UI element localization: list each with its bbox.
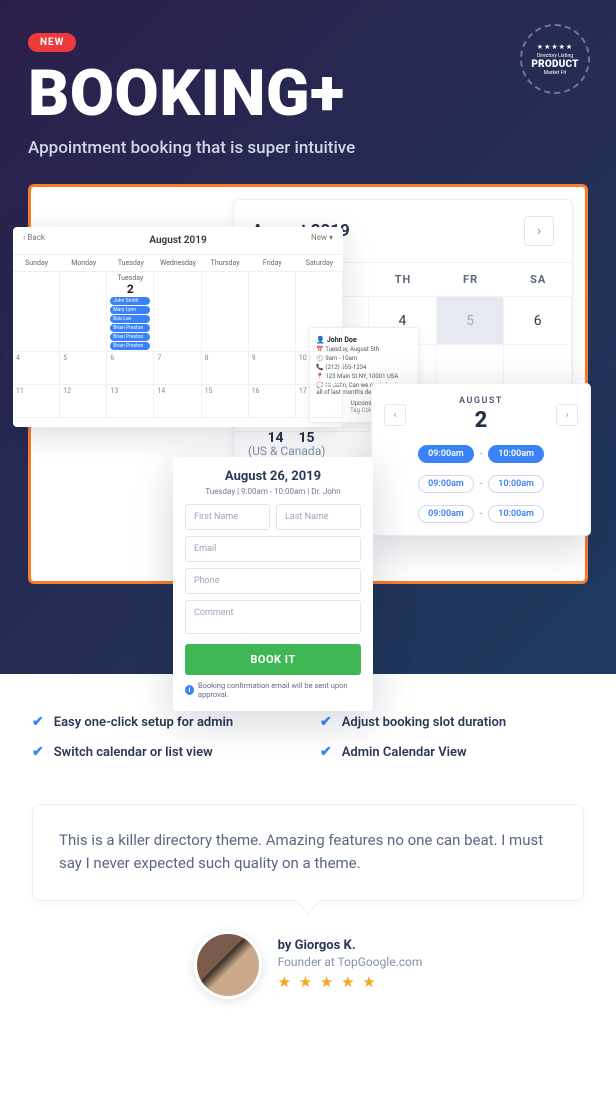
time-slot[interactable]: 09:00am: [418, 445, 474, 463]
popover-day: 2: [459, 408, 503, 433]
booking-form: August 26, 2019 Tuesday | 9:00am - 10:00…: [173, 457, 373, 711]
author-section: by Giorgos K. Founder at TopGoogle.com ★…: [32, 931, 584, 1029]
cal-week-fragment: 14 15: [260, 423, 322, 453]
day-prev[interactable]: ‹: [384, 404, 406, 426]
screenshot-frame: August 2019 › TU WE TH FR SA 2 3 4 5 6 9: [28, 184, 588, 584]
check-icon: ✔: [32, 744, 44, 760]
cal-head: FR: [437, 262, 505, 297]
admin-cal-month: August 2019: [13, 235, 343, 246]
email-input[interactable]: Email: [185, 536, 361, 562]
phone-input[interactable]: Phone: [185, 568, 361, 594]
admin-calendar: ‹ Back New ▾ August 2019 Sunday Monday T…: [13, 227, 343, 427]
feature-item: ✔Switch calendar or list view: [32, 744, 296, 760]
booking-note: iBooking confirmation email will be sent…: [185, 681, 361, 699]
cal-day[interactable]: 6: [504, 297, 572, 345]
comment-input[interactable]: Comment: [185, 600, 361, 634]
admin-busy-day[interactable]: Tuesday 2 John Smith Mary Lynn Bob Lee B…: [107, 272, 154, 352]
time-slot[interactable]: 10:00am: [488, 445, 544, 463]
avatar: [194, 931, 262, 999]
feature-item: ✔Easy one-click setup for admin: [32, 714, 296, 730]
day-next[interactable]: ›: [556, 404, 578, 426]
calendar-next[interactable]: ›: [524, 216, 554, 246]
feature-item: ✔Admin Calendar View: [320, 744, 584, 760]
product-seal: ★★★★★ Directory Listing PRODUCT Market F…: [520, 24, 590, 94]
page-title: BOOKING+: [28, 62, 588, 126]
author-role: Founder at TopGoogle.com: [278, 955, 423, 969]
dots-decoration: [399, 531, 599, 641]
check-icon: ✔: [320, 714, 332, 730]
new-badge: NEW: [28, 33, 76, 52]
author-stars: ★ ★ ★ ★ ★: [278, 973, 423, 991]
page-subtitle: Appointment booking that is super intuit…: [28, 138, 588, 158]
testimonial: This is a killer directory theme. Amazin…: [32, 804, 584, 901]
time-slot[interactable]: 10:00am: [488, 475, 544, 493]
time-slot[interactable]: 10:00am: [488, 505, 544, 523]
last-name-input[interactable]: Last Name: [276, 504, 361, 530]
cal-day-disabled: 5: [437, 297, 505, 345]
time-slot[interactable]: 09:00am: [418, 475, 474, 493]
check-icon: ✔: [32, 714, 44, 730]
first-name-input[interactable]: First Name: [185, 504, 270, 530]
time-slot[interactable]: 09:00am: [418, 505, 474, 523]
booking-date: August 26, 2019: [185, 469, 361, 484]
book-it-button[interactable]: BOOK IT: [185, 644, 361, 675]
booking-subtitle: Tuesday | 9:00am - 10:00am | Dr. John: [185, 487, 361, 496]
hero-section: NEW ★★★★★ Directory Listing PRODUCT Mark…: [0, 0, 616, 674]
feature-item: ✔Adjust booking slot duration: [320, 714, 584, 730]
author-name: by Giorgos K.: [278, 938, 423, 953]
day-slot-popover: ‹ AUGUST 2 › 09:00am-10:00am 09:00am-10:…: [371, 383, 591, 536]
info-icon: i: [185, 685, 194, 695]
cal-head: TH: [369, 262, 437, 297]
check-icon: ✔: [320, 744, 332, 760]
cal-head: SA: [504, 262, 572, 297]
features-section: ✔Easy one-click setup for admin ✔Adjust …: [0, 674, 616, 1039]
popover-month: AUGUST: [459, 396, 503, 406]
